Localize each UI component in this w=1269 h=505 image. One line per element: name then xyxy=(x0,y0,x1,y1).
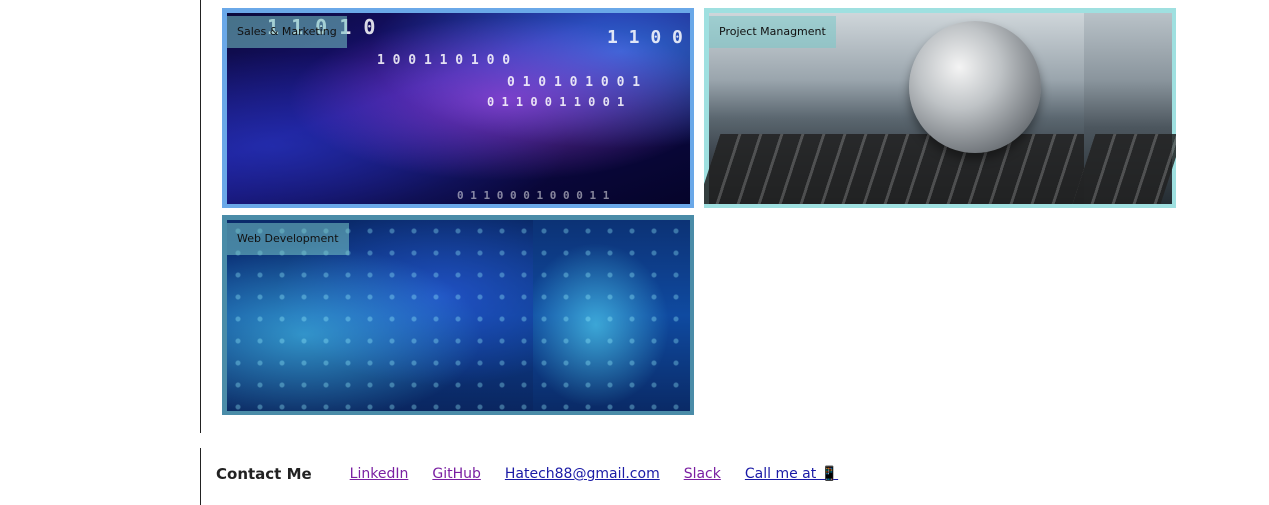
portfolio-card-sales-marketing[interactable]: 1 1 0 1 0 1 1 0 0 1 1 0 0 1 1 0 1 0 0 0 … xyxy=(222,8,694,208)
phone-link[interactable]: Call me at 📱 xyxy=(745,466,838,482)
linkedin-link[interactable]: LinkedIn xyxy=(350,466,409,482)
left-divider-top xyxy=(200,0,201,433)
portfolio-card-project-management[interactable]: Project Managment xyxy=(704,8,1176,208)
keyboard-graphic xyxy=(704,134,1096,204)
card-label: Project Managment xyxy=(709,16,836,48)
github-link[interactable]: GitHub xyxy=(432,466,481,482)
card-label: Web Development xyxy=(227,223,349,255)
contact-heading: Contact Me xyxy=(216,465,312,483)
email-link[interactable]: Hatech88@gmail.com xyxy=(505,466,660,482)
contact-footer: Contact Me LinkedIn GitHub Hatech88@gmai… xyxy=(216,462,862,486)
project-management-image-repeat xyxy=(1072,13,1176,204)
web-development-image-repeat xyxy=(533,220,690,411)
portfolio-card-web-development[interactable]: Web Development xyxy=(222,215,694,415)
slack-link[interactable]: Slack xyxy=(684,466,721,482)
puzzle-globe-graphic xyxy=(909,21,1041,153)
card-label: Sales & Marketing xyxy=(227,16,347,48)
left-divider-bottom xyxy=(200,448,201,505)
